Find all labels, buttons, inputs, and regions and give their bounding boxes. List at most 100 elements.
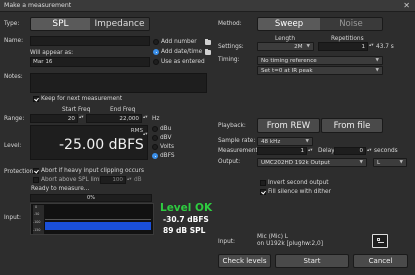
add-number-radio[interactable]: [153, 39, 159, 45]
sample-rate-value: 48 kHz: [261, 138, 281, 145]
unit-dbv-radio[interactable]: [152, 135, 158, 141]
notes-label: Notes:: [4, 74, 23, 80]
add-datetime-radio[interactable]: [153, 49, 159, 55]
status-text: Ready to measure...: [31, 186, 90, 192]
meter-tick: 0: [35, 205, 38, 209]
level-value: -25.00 dBFS: [59, 137, 144, 153]
unit-dbv-label: dBV: [160, 135, 172, 141]
check-levels-button[interactable]: Check levels: [218, 254, 271, 268]
delay-label: Delay: [318, 148, 335, 154]
end-freq-spinner[interactable]: ▴▾: [143, 115, 148, 120]
start-button[interactable]: Start: [275, 254, 349, 268]
input-device-line2: on U192k [plughw:2,0]: [257, 241, 324, 247]
use-as-entered-radio[interactable]: [153, 59, 159, 65]
close-icon[interactable]: ✕: [403, 1, 410, 10]
output-device-value: UMC202HD 192k Output: [261, 159, 330, 166]
range-label: Range:: [4, 116, 25, 122]
use-as-entered-label: Use as entered: [161, 59, 205, 65]
will-appear-value: Mar 16: [30, 57, 150, 67]
level-spinner[interactable]: ▴▾: [143, 132, 148, 137]
timing-offset-dropdown[interactable]: Set t=0 at IR peak ▼: [257, 66, 383, 75]
meter-scale: 0 -50 -100 -150: [33, 205, 44, 234]
input-level-fill: [45, 222, 151, 230]
sweep-length-dropdown[interactable]: 2M ▼: [257, 42, 314, 51]
input-settings-icon[interactable]: [372, 234, 388, 248]
chevron-down-icon: ▼: [399, 160, 403, 165]
notes-textarea[interactable]: [30, 73, 207, 93]
from-file-button[interactable]: From file: [321, 118, 383, 133]
settings-label: Settings:: [218, 44, 244, 50]
title-bar: Make a measurement ✕: [0, 0, 415, 12]
measurements-count-input[interactable]: 1: [257, 147, 307, 155]
repetitions-spinner[interactable]: ▴▾: [369, 43, 374, 48]
keep-notes-checkbox[interactable]: [33, 96, 39, 102]
cancel-button[interactable]: Cancel: [353, 254, 408, 268]
level-display[interactable]: RMS -25.00 dBFS: [30, 125, 148, 160]
method-label: Method:: [218, 21, 242, 27]
type-impedance-button[interactable]: Impedance: [90, 18, 149, 30]
invert-output-checkbox[interactable]: [260, 180, 266, 186]
name-label: Name:: [4, 38, 24, 44]
sample-rate-label: Sample rate:: [218, 138, 256, 144]
folder-icon[interactable]: [205, 39, 211, 45]
type-label: Type:: [4, 21, 20, 27]
abort-clipping-checkbox[interactable]: [33, 168, 39, 174]
meter-tick: -150: [33, 228, 41, 232]
input-dbfs-readout: -30.7 dBFS: [163, 215, 209, 224]
meter-tick: -100: [33, 220, 41, 224]
abort-spl-checkbox[interactable]: [33, 177, 39, 183]
level-label: Level:: [4, 143, 22, 149]
chevron-down-icon: ▼: [375, 68, 379, 73]
chevron-down-icon: ▼: [306, 44, 310, 49]
measurement-dialog: Make a measurement ✕ Type: SPL Impedance…: [0, 0, 415, 275]
sweep-duration: 43.7 s: [376, 44, 394, 50]
start-freq-input[interactable]: 20: [30, 114, 78, 123]
meter-tick: -50: [34, 212, 40, 216]
add-datetime-label: Add date/time: [161, 49, 203, 55]
method-toggle: Sweep Noise: [257, 17, 383, 31]
spl-limit-unit: dB: [134, 177, 142, 183]
playback-label: Playback:: [218, 123, 246, 129]
unit-volts-radio[interactable]: [152, 144, 158, 150]
start-freq-spinner[interactable]: ▴▾: [79, 115, 84, 120]
chevron-down-icon: ▼: [305, 139, 309, 144]
input-meter-label: Input:: [4, 215, 21, 221]
from-rew-button[interactable]: From REW: [257, 118, 320, 133]
output-channel-dropdown[interactable]: L ▼: [373, 158, 407, 167]
output-device-dropdown[interactable]: UMC202HD 192k Output ▼: [257, 158, 367, 167]
sample-rate-dropdown[interactable]: 48 kHz ▼: [257, 137, 313, 146]
input-device-label: Input:: [218, 239, 235, 245]
timing-reference-dropdown[interactable]: No timing reference ▼: [257, 56, 383, 65]
spl-limit-spinner[interactable]: ▴▾: [127, 177, 132, 182]
unit-volts-label: Volts: [160, 144, 174, 150]
timing-offset-value: Set t=0 at IR peak: [261, 67, 313, 74]
method-noise-button[interactable]: Noise: [320, 18, 382, 30]
name-input[interactable]: [30, 36, 150, 46]
invert-output-label: Invert second output: [268, 180, 329, 186]
delay-input[interactable]: 0: [334, 147, 366, 155]
type-spl-button[interactable]: SPL: [31, 18, 90, 30]
range-unit: Hz: [152, 116, 160, 122]
spl-limit-input[interactable]: 100: [100, 176, 126, 184]
repetitions-input[interactable]: 1: [318, 42, 368, 51]
delay-unit: seconds: [374, 148, 398, 154]
unit-dbfs-radio[interactable]: [152, 153, 158, 159]
rms-label: RMS: [130, 128, 143, 134]
window-title: Make a measurement: [4, 2, 72, 9]
protection-label: Protection:: [4, 169, 36, 175]
abort-spl-label: Abort above SPL limit: [41, 177, 104, 183]
fill-silence-checkbox[interactable]: [260, 189, 266, 195]
measurements-spinner[interactable]: ▴▾: [308, 148, 313, 153]
output-label: Output:: [218, 159, 241, 165]
progress-text: 0%: [87, 195, 95, 201]
add-number-label: Add number: [161, 39, 197, 45]
input-spl-readout: 89 dB SPL: [163, 226, 206, 235]
method-sweep-button[interactable]: Sweep: [258, 18, 320, 30]
unit-dbu-radio[interactable]: [152, 126, 158, 132]
folder-icon[interactable]: [205, 49, 211, 55]
unit-dbu-label: dBu: [160, 126, 172, 132]
progress-bar: 0%: [30, 194, 152, 202]
input-settings-icon-line: [378, 242, 384, 243]
end-freq-input[interactable]: 22,000: [86, 114, 142, 123]
delay-spinner[interactable]: ▴▾: [367, 148, 372, 153]
